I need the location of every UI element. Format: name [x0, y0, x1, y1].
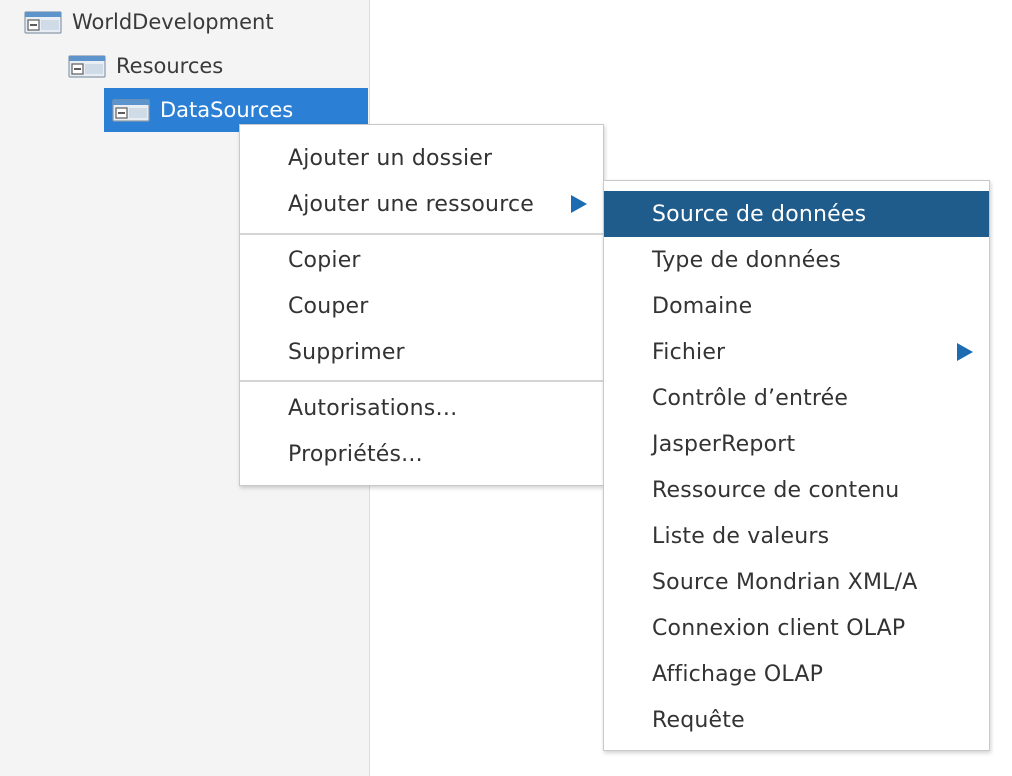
menu-item-add-folder[interactable]: Ajouter un dossier — [240, 135, 603, 181]
submenu-item-domain[interactable]: Domaine — [604, 283, 989, 329]
menu-separator — [240, 380, 603, 382]
submenu-item-data-source[interactable]: Source de données — [604, 191, 989, 237]
context-menu: Ajouter un dossier Ajouter une ressource… — [239, 124, 604, 486]
folder-open-icon[interactable] — [24, 9, 62, 35]
tree-node-resources[interactable]: Resources — [68, 44, 348, 88]
folder-open-icon[interactable] — [68, 53, 106, 79]
submenu-item-input-control[interactable]: Contrôle d’entrée — [604, 375, 989, 421]
submenu-item-file[interactable]: Fichier — [604, 329, 989, 375]
submenu-item-olap-view[interactable]: Affichage OLAP — [604, 651, 989, 697]
add-resource-submenu: Source de données Type de données Domain… — [603, 180, 990, 751]
submenu-item-list-of-values[interactable]: Liste de valeurs — [604, 513, 989, 559]
menu-item-delete[interactable]: Supprimer — [240, 329, 603, 375]
tree-node-label: WorldDevelopment — [72, 10, 274, 34]
submenu-item-mondrian-xmla-source[interactable]: Source Mondrian XML/A — [604, 559, 989, 605]
triangle-right-icon — [571, 195, 587, 213]
submenu-item-olap-client-connection[interactable]: Connexion client OLAP — [604, 605, 989, 651]
menu-item-permissions[interactable]: Autorisations… — [240, 385, 603, 431]
submenu-item-data-type[interactable]: Type de données — [604, 237, 989, 283]
submenu-item-content-resource[interactable]: Ressource de contenu — [604, 467, 989, 513]
triangle-right-icon — [957, 343, 973, 361]
tree-node-worlddevelopment[interactable]: WorldDevelopment — [24, 0, 324, 44]
folder-open-icon[interactable] — [112, 97, 150, 123]
tree-node-label: DataSources — [160, 98, 294, 122]
menu-item-copy[interactable]: Copier — [240, 237, 603, 283]
menu-item-properties[interactable]: Propriétés... — [240, 431, 603, 477]
submenu-item-jasperreport[interactable]: JasperReport — [604, 421, 989, 467]
menu-item-cut[interactable]: Couper — [240, 283, 603, 329]
submenu-item-query[interactable]: Requête — [604, 697, 989, 743]
menu-item-add-resource[interactable]: Ajouter une ressource — [240, 181, 603, 227]
tree-node-label: Resources — [116, 54, 224, 78]
menu-separator — [240, 233, 603, 235]
